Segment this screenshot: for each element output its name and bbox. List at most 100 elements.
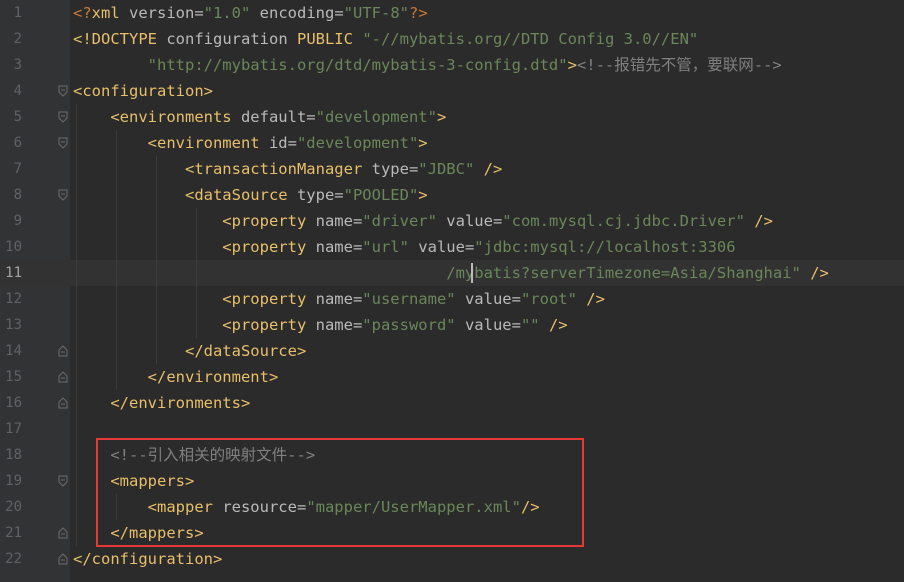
- line-number: 2: [13, 31, 22, 47]
- token-val: "JDBC": [418, 160, 475, 178]
- code-line[interactable]: 14 </dataSource>: [0, 338, 904, 364]
- code-line[interactable]: 11 /mybatis?serverTimezone=Asia/Shanghai…: [0, 260, 904, 286]
- token-val: "password": [362, 316, 456, 334]
- line-number: 18: [5, 447, 22, 463]
- code-line[interactable]: 3 "http://mybatis.org/dtd/mybatis-3-conf…: [0, 52, 904, 78]
- code-line[interactable]: 13 <property name="password" value="" />: [0, 312, 904, 338]
- token-tag: </environments>: [73, 394, 251, 412]
- token-tag: >: [418, 134, 428, 152]
- code-text[interactable]: <?xml version="1.0" encoding="UTF-8"?>: [73, 0, 428, 26]
- fold-close-icon[interactable]: [58, 553, 68, 565]
- token-tag: <configuration>: [73, 82, 213, 100]
- line-number: 1: [13, 5, 22, 21]
- line-number: 13: [5, 317, 22, 333]
- code-text[interactable]: <property name="password" value="" />: [73, 312, 568, 338]
- code-text[interactable]: <property name="driver" value="com.mysql…: [73, 208, 773, 234]
- token-tag: />: [744, 212, 773, 230]
- token-tag: />: [800, 264, 829, 282]
- fold-open-icon[interactable]: [58, 189, 68, 201]
- token-attr: type=: [287, 186, 344, 204]
- token-val: "url": [362, 238, 409, 256]
- line-number: 20: [5, 499, 22, 515]
- token-tag: >: [567, 56, 577, 74]
- token-attr: type=: [362, 160, 419, 178]
- token-attr: name=: [306, 238, 363, 256]
- code-text[interactable]: "http://mybatis.org/dtd/mybatis-3-config…: [73, 52, 782, 78]
- code-text[interactable]: </environments>: [73, 390, 250, 416]
- fold-close-icon[interactable]: [58, 371, 68, 383]
- token-tag: >: [436, 108, 447, 126]
- line-number: 5: [13, 109, 22, 125]
- code-text[interactable]: <property name="username" value="root" /…: [73, 286, 605, 312]
- fold-open-icon[interactable]: [58, 111, 68, 123]
- token-tag: />: [539, 316, 568, 334]
- fold-close-icon[interactable]: [58, 345, 68, 357]
- fold-close-icon[interactable]: [58, 397, 68, 409]
- code-text[interactable]: </environment>: [73, 364, 279, 390]
- token-tag: <property: [73, 212, 307, 230]
- token-cmt: <!--报错先不管，要联网-->: [576, 56, 782, 74]
- line-number: 19: [5, 473, 22, 489]
- token-decl: ?>: [409, 4, 428, 22]
- token-val: "jdbc:mysql://localhost:3306: [474, 238, 736, 256]
- fold-open-icon[interactable]: [58, 475, 68, 487]
- token-val: "username": [362, 290, 456, 308]
- code-text[interactable]: </configuration>: [73, 546, 222, 572]
- code-text[interactable]: </dataSource>: [73, 338, 306, 364]
- token-attr: name=: [306, 212, 363, 230]
- token-tag: </dataSource>: [73, 342, 307, 360]
- code-line[interactable]: 6 <environment id="development">: [0, 130, 904, 156]
- code-line[interactable]: 2 <!DOCTYPE configuration PUBLIC "-//myba…: [0, 26, 904, 52]
- token-val: "development": [296, 134, 419, 152]
- code-line[interactable]: 5 <environments default="development">: [0, 104, 904, 130]
- token-tag: </environment>: [73, 368, 279, 386]
- token-attr: value=: [455, 316, 521, 334]
- code-text[interactable]: <property name="url" value="jdbc:mysql:/…: [73, 234, 736, 260]
- code-line[interactable]: 22 </configuration>: [0, 546, 904, 572]
- token-attr: encoding=: [250, 4, 344, 22]
- code-line[interactable]: 9 <property name="driver" value="com.mys…: [0, 208, 904, 234]
- code-text[interactable]: <configuration>: [73, 78, 213, 104]
- code-text[interactable]: <transactionManager type="JDBC" />: [73, 156, 502, 182]
- token-tag: >: [418, 186, 428, 204]
- token-attr: value=: [455, 290, 521, 308]
- code-line[interactable]: 4 <configuration>: [0, 78, 904, 104]
- token-tag: />: [576, 290, 605, 308]
- indent-guide: [116, 130, 117, 390]
- token-attr: value=: [436, 212, 503, 230]
- token-tag: />: [474, 160, 503, 178]
- token-tag: xml: [91, 4, 120, 22]
- code-line[interactable]: 16 </environments>: [0, 390, 904, 416]
- code-text[interactable]: <dataSource type="POOLED">: [73, 182, 428, 208]
- code-text[interactable]: /mybatis?serverTimezone=Asia/Shanghai" /…: [73, 260, 829, 286]
- token-val: /mybatis?serverTimezone=Asia/Shanghai": [73, 264, 801, 282]
- code-line[interactable]: 7 <transactionManager type="JDBC" />: [0, 156, 904, 182]
- token-tag: <!DOCTYPE: [73, 30, 157, 48]
- line-number: 16: [5, 395, 22, 411]
- token-tag: </configuration>: [73, 550, 223, 568]
- token-val: "1.0": [203, 4, 251, 22]
- code-editor[interactable]: 1 <?xml version="1.0" encoding="UTF-8"?> 2…: [0, 0, 904, 582]
- token-attr: name=: [306, 316, 363, 334]
- code-line[interactable]: 15 </environment>: [0, 364, 904, 390]
- line-number: 3: [13, 57, 22, 73]
- token-tag: <environments: [73, 108, 232, 126]
- fold-open-icon[interactable]: [58, 137, 68, 149]
- token-attr: version=: [119, 4, 204, 22]
- code-text[interactable]: <environment id="development">: [73, 130, 428, 156]
- indent-guide: [76, 104, 77, 546]
- code-line[interactable]: 10 <property name="url" value="jdbc:mysq…: [0, 234, 904, 260]
- token-val: "driver": [362, 212, 437, 230]
- line-number: 15: [5, 369, 22, 385]
- code-line[interactable]: 1 <?xml version="1.0" encoding="UTF-8"?>: [0, 0, 904, 26]
- code-line[interactable]: 8 <dataSource type="POOLED">: [0, 182, 904, 208]
- code-text[interactable]: <environments default="development">: [73, 104, 446, 130]
- fold-close-icon[interactable]: [58, 527, 68, 539]
- code-text[interactable]: <!DOCTYPE configuration PUBLIC "-//mybat…: [73, 26, 698, 52]
- line-number: 22: [5, 551, 22, 567]
- token-attr: value=: [408, 238, 475, 256]
- code-line[interactable]: 12 <property name="username" value="root…: [0, 286, 904, 312]
- token-decl: <?: [73, 4, 92, 22]
- fold-open-icon[interactable]: [58, 85, 68, 97]
- indent-guide: [156, 156, 157, 364]
